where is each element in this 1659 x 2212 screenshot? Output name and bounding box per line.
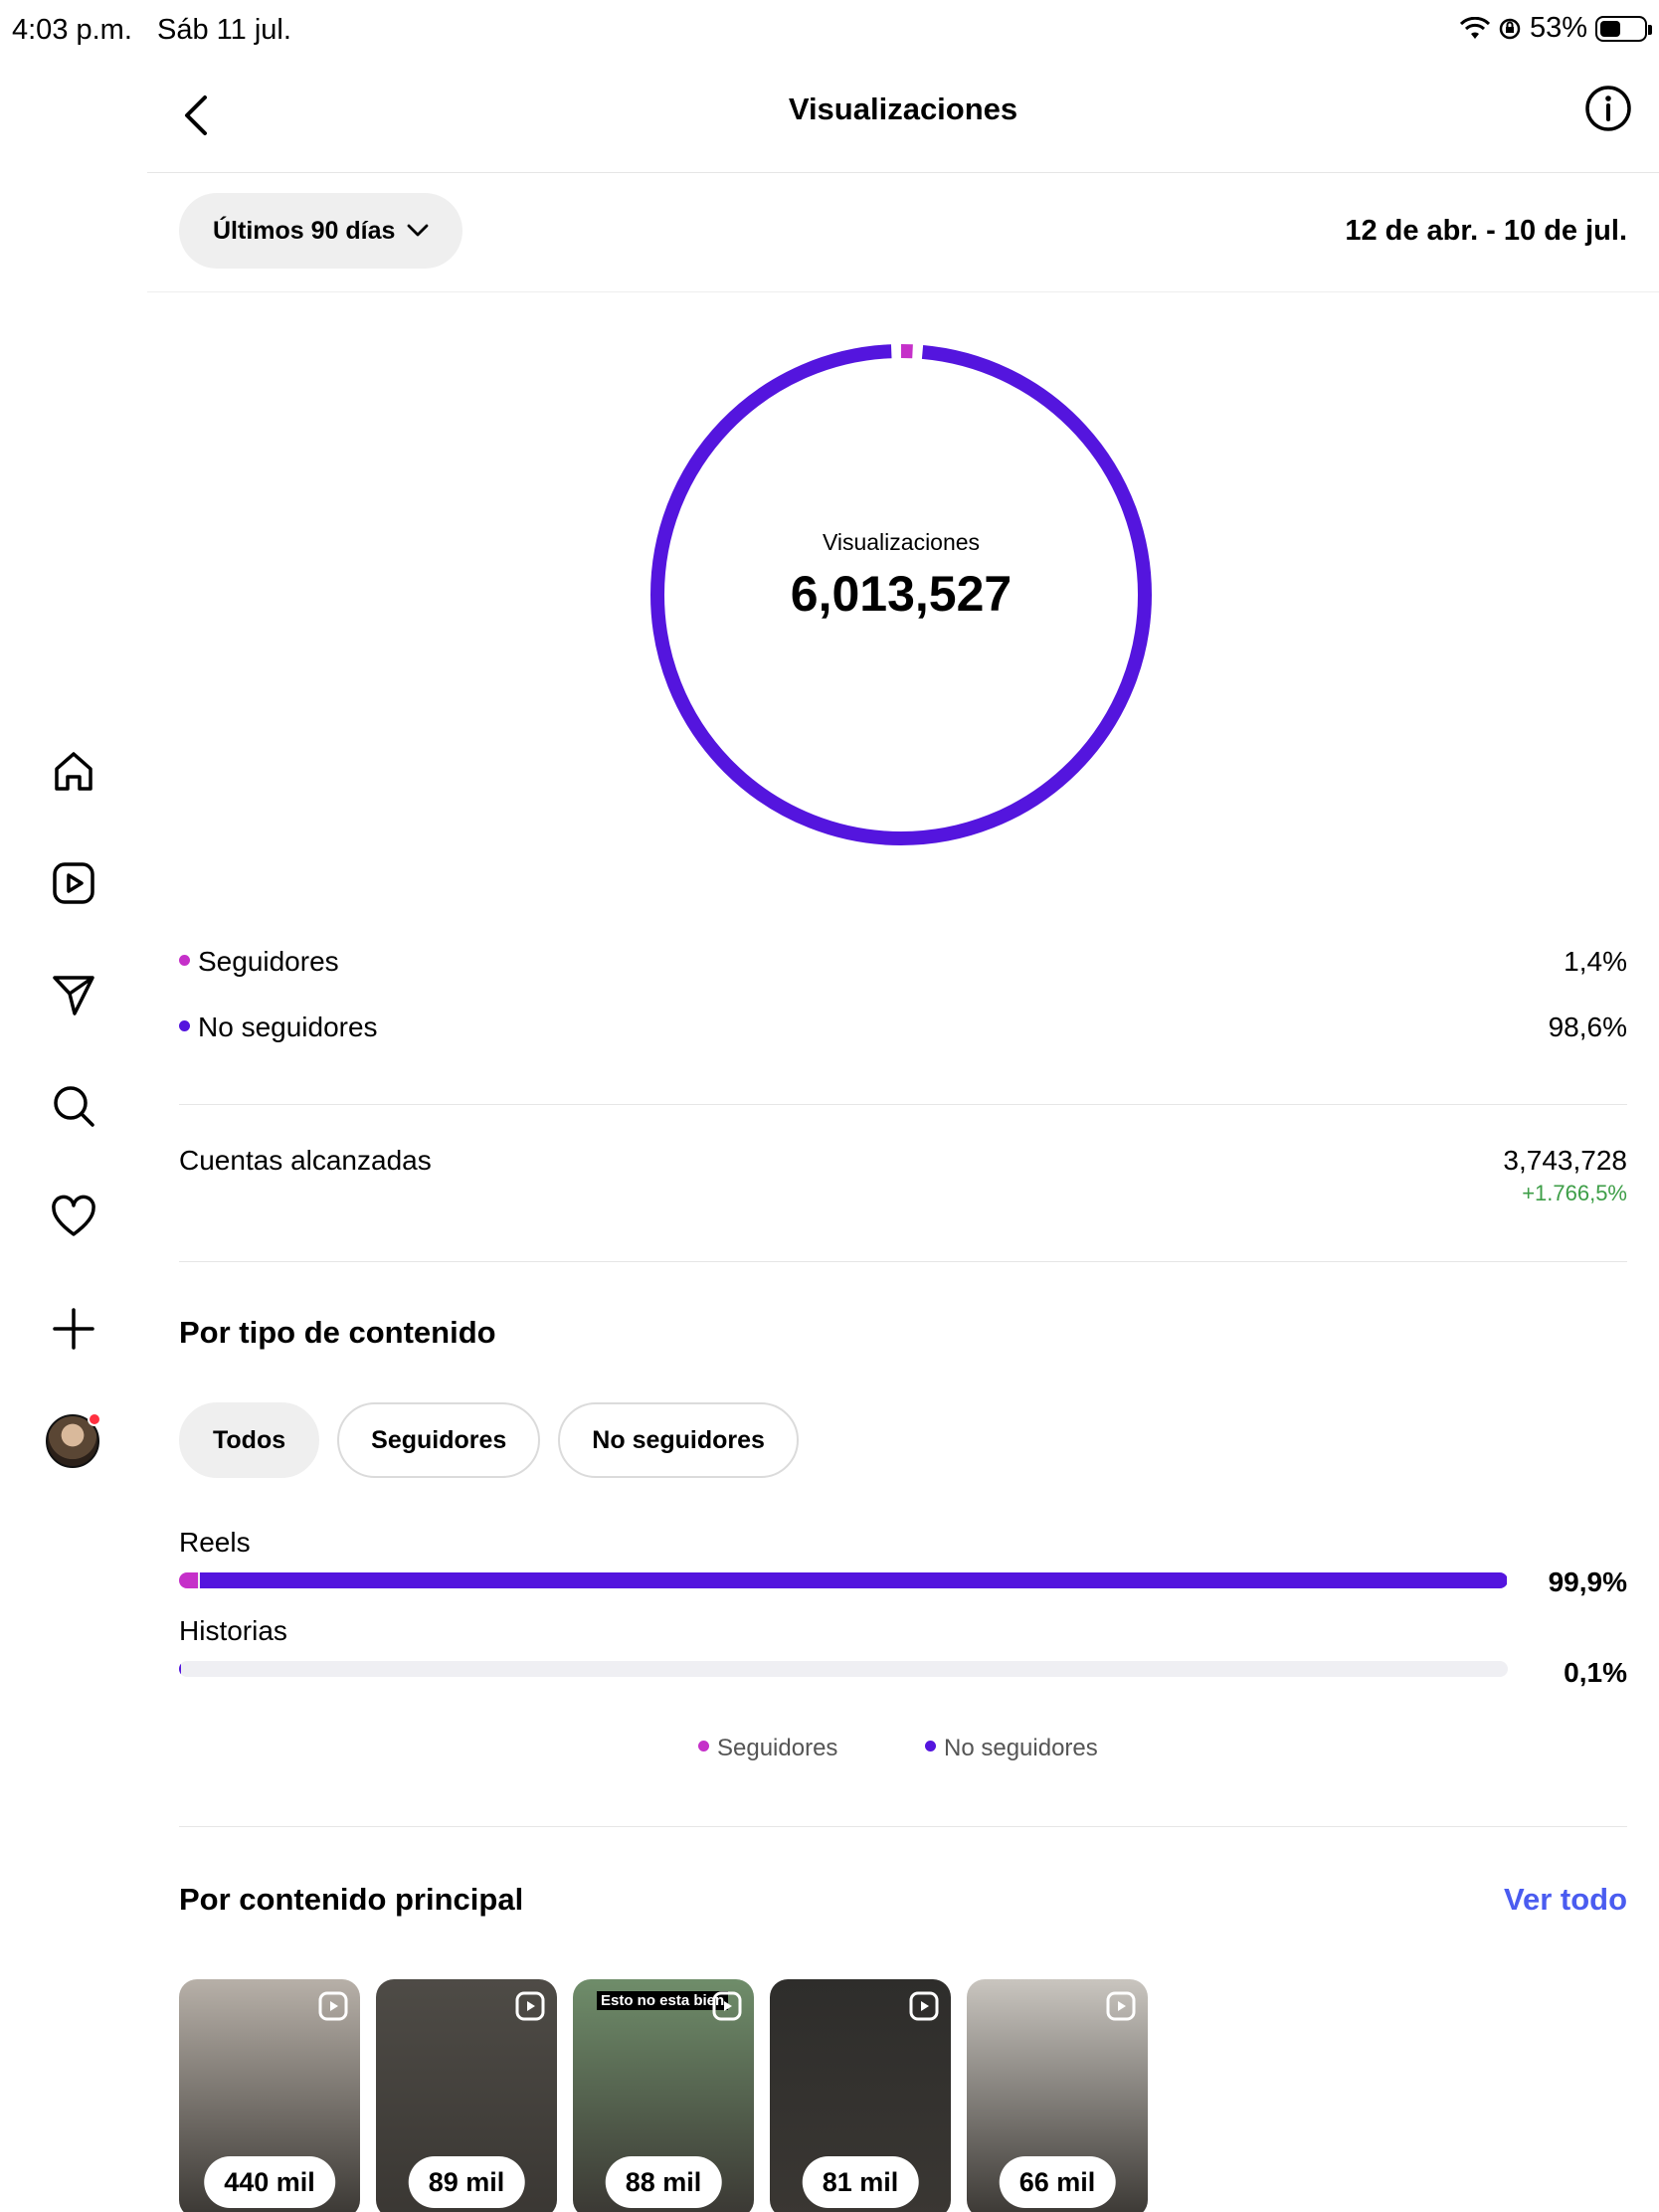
info-icon[interactable] bbox=[1583, 84, 1633, 133]
page-title: Visualizaciones bbox=[788, 92, 1018, 126]
notification-dot bbox=[88, 1412, 101, 1426]
period-selector[interactable]: Últimos 90 días bbox=[179, 193, 463, 269]
views-count: 81 mil bbox=[802, 2156, 919, 2208]
bar-reels-non-followers bbox=[199, 1572, 1507, 1588]
reels-icon[interactable] bbox=[50, 859, 97, 907]
reel-icon bbox=[318, 1991, 348, 2021]
accounts-reached-value: 3,743,728 bbox=[1503, 1145, 1627, 1176]
content-thumbnail[interactable]: Esto no esta bien 88 mil bbox=[573, 1979, 754, 2212]
content-thumbnail[interactable]: 440 mil bbox=[179, 1979, 360, 2212]
audience-filter-chips: Todos Seguidores No seguidores bbox=[179, 1402, 799, 1478]
home-icon[interactable] bbox=[50, 748, 97, 796]
content-thumbnail[interactable]: 89 mil bbox=[376, 1979, 557, 2212]
accounts-reached-delta: +1.766,5% bbox=[1522, 1181, 1627, 1205]
rotation-lock-icon bbox=[1499, 18, 1521, 39]
audience-label: No seguidores bbox=[198, 1012, 378, 1042]
bar-label-stories: Historias bbox=[179, 1615, 287, 1646]
period-selector-label: Últimos 90 días bbox=[213, 216, 396, 245]
bar-value-reels: 99,9% bbox=[1548, 1567, 1627, 1597]
divider bbox=[179, 1104, 1627, 1105]
date-range: 12 de abr. - 10 de jul. bbox=[1345, 215, 1627, 247]
filter-chip-followers[interactable]: Seguidores bbox=[337, 1402, 541, 1478]
wifi-icon bbox=[1459, 16, 1490, 39]
battery-icon bbox=[1595, 15, 1652, 42]
period-row: Últimos 90 días 12 de abr. - 10 de jul. bbox=[147, 173, 1659, 292]
status-right: 53% bbox=[1459, 12, 1652, 45]
audience-row-followers: Seguidores 1,4% bbox=[179, 946, 1627, 978]
filter-chip-all[interactable]: Todos bbox=[179, 1402, 320, 1478]
content-thumbnail[interactable]: 66 mil bbox=[967, 1979, 1148, 2212]
battery-percent: 53% bbox=[1529, 12, 1587, 44]
audience-label: Seguidores bbox=[198, 946, 339, 977]
accounts-reached-row: Cuentas alcanzadas 3,743,728 +1.766,5% bbox=[179, 1145, 1627, 1206]
reel-icon bbox=[1106, 1991, 1136, 2021]
bar-label-reels: Reels bbox=[179, 1527, 251, 1558]
legend-dot bbox=[925, 1741, 936, 1752]
audience-row-non-followers: No seguidores 98,6% bbox=[179, 1012, 1627, 1043]
legend-label: Seguidores bbox=[717, 1735, 838, 1761]
legend-followers: Seguidores bbox=[698, 1735, 837, 1762]
audience-value: 98,6% bbox=[1548, 1012, 1627, 1042]
views-count: 89 mil bbox=[408, 2156, 525, 2208]
status-date: Sáb 11 jul. bbox=[157, 14, 291, 46]
legend-dot bbox=[698, 1741, 709, 1752]
top-content-title: Por contenido principal bbox=[179, 1882, 524, 1917]
donut-center-value: 6,013,527 bbox=[790, 566, 1013, 622]
non-followers-dot bbox=[179, 1020, 190, 1032]
reel-icon bbox=[515, 1991, 545, 2021]
left-navigation-rail bbox=[0, 0, 147, 2212]
followers-dot bbox=[179, 955, 190, 967]
direct-messages-icon[interactable] bbox=[50, 971, 97, 1018]
bar-stories bbox=[179, 1661, 1508, 1677]
views-count: 66 mil bbox=[999, 2156, 1116, 2208]
status-bar: 4:03 p.m. Sáb 11 jul. 53% bbox=[0, 0, 1659, 64]
legend-non-followers: No seguidores bbox=[925, 1735, 1098, 1762]
bar-reels bbox=[179, 1572, 1508, 1588]
create-plus-icon[interactable] bbox=[50, 1305, 97, 1353]
legend-label: No seguidores bbox=[944, 1735, 1098, 1761]
bar-reels-followers bbox=[179, 1572, 198, 1588]
content-type-title: Por tipo de contenido bbox=[179, 1315, 496, 1350]
divider bbox=[179, 1826, 1627, 1827]
divider bbox=[179, 1261, 1627, 1262]
filter-chip-non-followers[interactable]: No seguidores bbox=[558, 1402, 799, 1478]
see-all-link[interactable]: Ver todo bbox=[1504, 1882, 1627, 1918]
bar-stories-non-followers bbox=[179, 1661, 181, 1677]
donut-center-label: Visualizaciones bbox=[822, 529, 981, 555]
accounts-reached-label: Cuentas alcanzadas bbox=[179, 1145, 432, 1176]
bar-value-stories: 0,1% bbox=[1564, 1657, 1627, 1688]
thumbnail-caption: Esto no esta bien bbox=[597, 1991, 729, 2010]
top-content-thumbnails: 440 mil 89 mil Esto no esta bien 88 mil … bbox=[179, 1979, 1148, 2212]
reel-icon bbox=[712, 1991, 742, 2021]
audience-value: 1,4% bbox=[1564, 946, 1627, 977]
search-icon[interactable] bbox=[50, 1082, 97, 1130]
content-thumbnail[interactable]: 81 mil bbox=[770, 1979, 951, 2212]
views-count: 440 mil bbox=[204, 2156, 335, 2208]
chevron-down-icon bbox=[408, 224, 429, 237]
views-count: 88 mil bbox=[605, 2156, 722, 2208]
top-header: Visualizaciones bbox=[147, 64, 1659, 173]
heart-icon[interactable] bbox=[50, 1194, 97, 1241]
reel-icon bbox=[909, 1991, 939, 2021]
